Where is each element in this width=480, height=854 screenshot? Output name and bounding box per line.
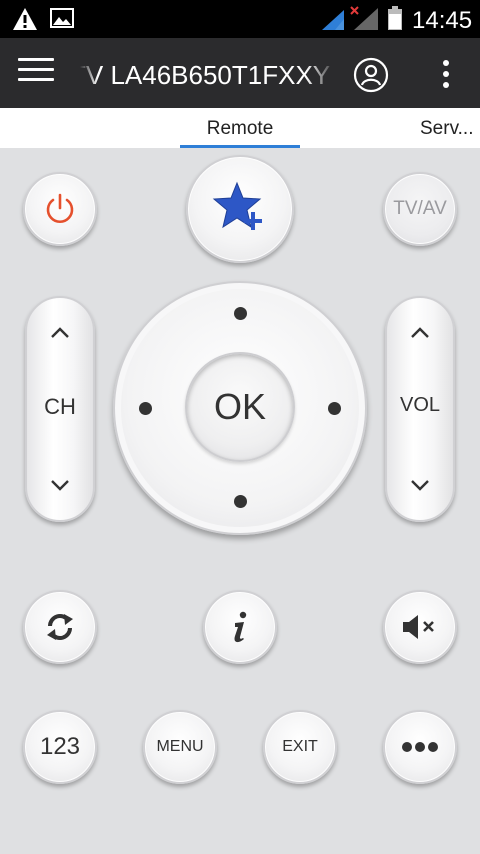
image-notification-icon	[50, 8, 74, 28]
exit-button[interactable]: EXIT	[263, 710, 337, 784]
power-button[interactable]	[23, 172, 97, 246]
volume-down-button[interactable]	[387, 450, 453, 520]
tab-selected-indicator	[180, 145, 300, 148]
mute-icon	[403, 615, 434, 639]
tv-av-label: TV/AV	[393, 198, 447, 219]
star-add-icon	[212, 181, 262, 230]
dpad-left-dot	[139, 402, 152, 415]
channel-label: CH	[44, 394, 76, 419]
device-title: TV LA46B650T1FXXY	[80, 58, 336, 92]
number-pad-button[interactable]: 123	[23, 710, 97, 784]
tab-remote-label: Remote	[206, 118, 274, 139]
chevron-up-icon	[411, 327, 429, 338]
ok-label: OK	[213, 386, 266, 427]
favorites-button[interactable]	[186, 155, 294, 263]
volume-rocker: VOL	[385, 296, 455, 522]
menu-button[interactable]: MENU	[143, 710, 217, 784]
menu-label: MENU	[156, 738, 204, 755]
warning-icon	[13, 8, 37, 30]
status-time: 14:45	[412, 7, 473, 34]
power-icon	[46, 193, 74, 223]
tab-services[interactable]: Serv...	[420, 108, 480, 148]
exit-label: EXIT	[282, 738, 318, 755]
number-pad-label: 123	[39, 733, 81, 760]
info-button[interactable]	[203, 590, 277, 664]
mute-button[interactable]	[383, 590, 457, 664]
signal-sim1-icon	[322, 10, 344, 30]
dpad-right-dot	[328, 402, 341, 415]
channel-rocker: CH	[25, 296, 95, 522]
ok-button[interactable]: OK	[185, 352, 295, 462]
chevron-up-icon	[51, 327, 69, 338]
dpad-up-dot	[234, 307, 247, 320]
info-icon	[234, 611, 247, 643]
channel-down-button[interactable]	[27, 450, 93, 520]
status-bar: 14:45	[0, 0, 480, 38]
channel-up-button[interactable]	[27, 298, 93, 368]
account-icon[interactable]	[353, 57, 389, 93]
volume-up-button[interactable]	[387, 298, 453, 368]
tab-services-label: Serv...	[420, 118, 474, 139]
tab-remote[interactable]: Remote	[180, 108, 300, 148]
chevron-down-icon	[411, 480, 429, 491]
battery-icon	[388, 6, 402, 30]
more-dots-icon	[402, 742, 438, 752]
signal-sim2-icon	[350, 6, 378, 30]
tab-bar: Remote Serv...	[0, 108, 480, 148]
dpad-down-dot	[234, 495, 247, 508]
hamburger-menu-icon[interactable]	[18, 58, 54, 88]
more-options-button[interactable]	[383, 710, 457, 784]
device-title-text: TV LA46B650T1FXXY	[80, 60, 331, 90]
refresh-icon	[47, 614, 73, 640]
chevron-down-icon	[51, 480, 69, 491]
app-toolbar: TV LA46B650T1FXXY	[0, 38, 480, 108]
refresh-button[interactable]	[23, 590, 97, 664]
tv-av-button[interactable]: TV/AV	[383, 172, 457, 246]
volume-label: VOL	[399, 394, 441, 416]
overflow-menu-icon[interactable]	[433, 58, 459, 90]
